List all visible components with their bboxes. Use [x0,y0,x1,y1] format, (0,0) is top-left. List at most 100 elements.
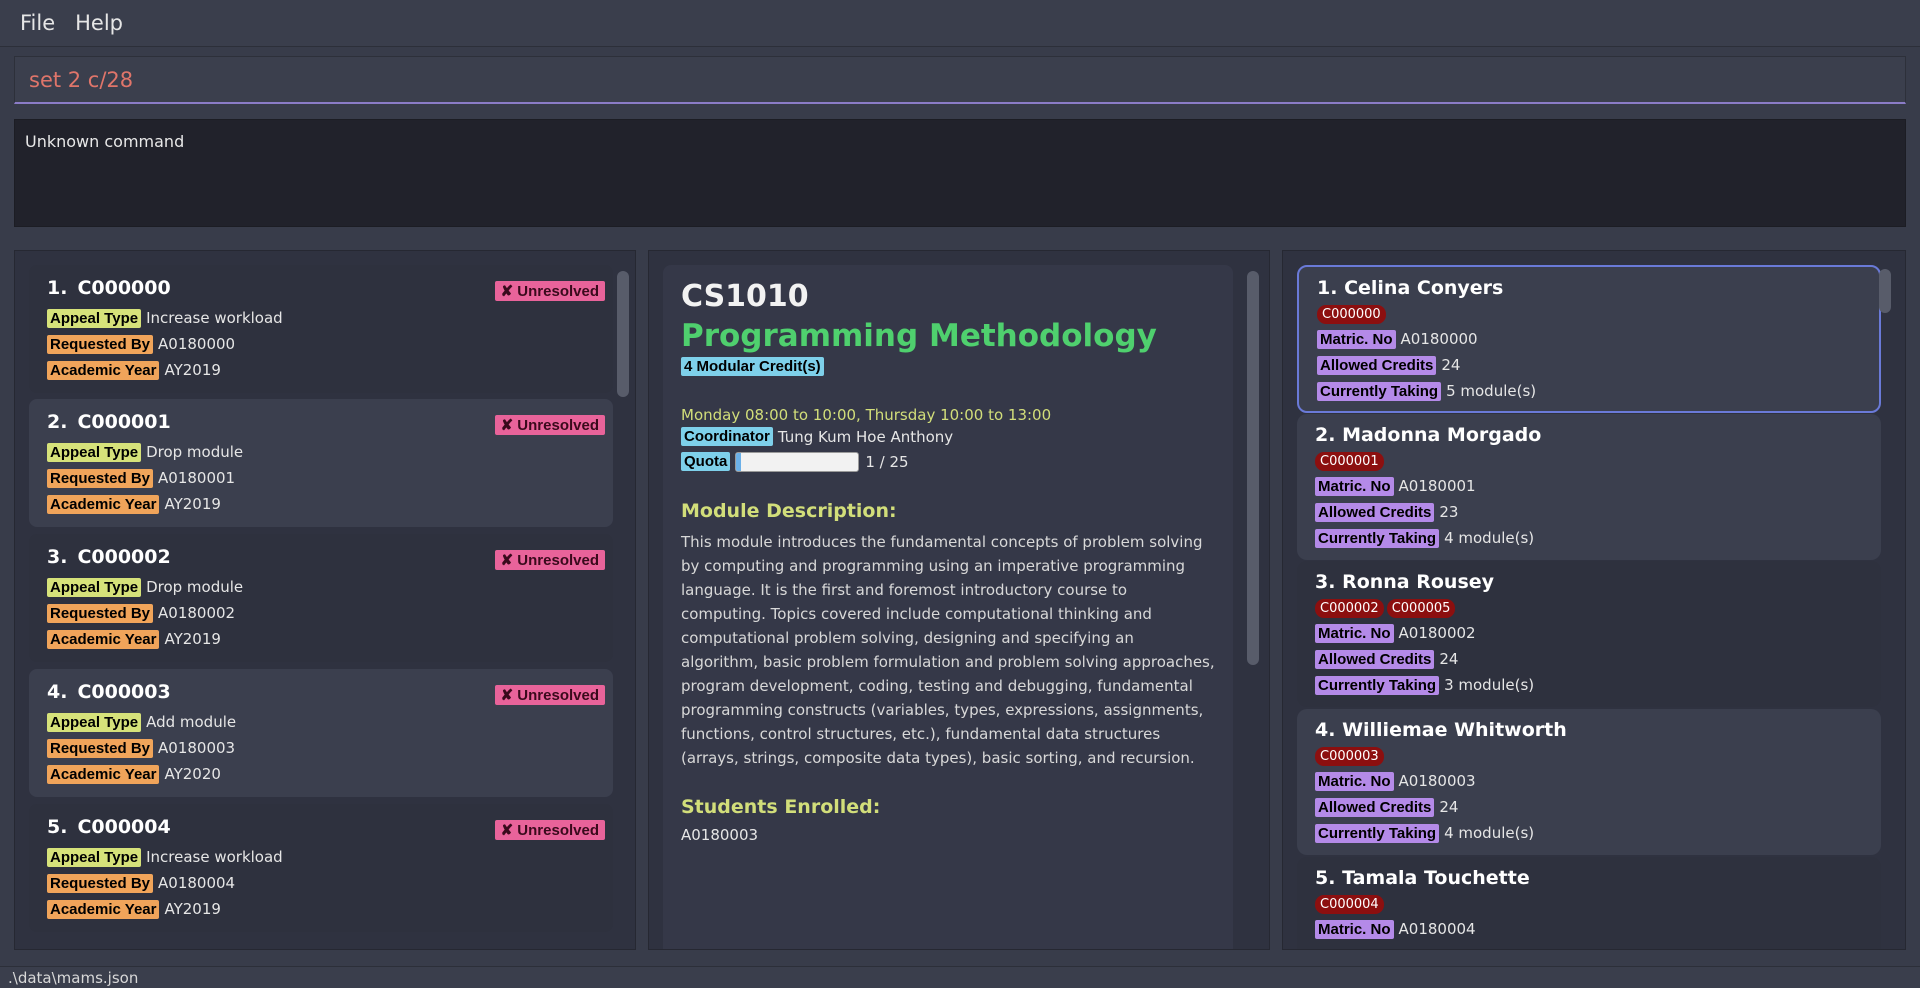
student-card[interactable]: 1. Celina Conyers C000000 Matric. No A01800… [1297,265,1881,413]
student-list-panel[interactable]: 1. Celina Conyers C000000 Matric. No A01800… [1282,250,1906,950]
student-index: 5. [1315,867,1343,889]
matric-tag: Matric. No [1315,771,1394,791]
field-row: Requested By A0180002 [47,600,595,626]
appeal-id: C000000 [77,277,171,299]
appeal-card[interactable]: 1. C000000 ✘ Unresolved Appeal Type Increase… [29,265,613,393]
currently-taking-tag: Currently Taking [1315,528,1440,548]
appeal-type-value: Increase workload [146,309,283,327]
student-list-scrollbar[interactable] [1879,269,1891,313]
student-card[interactable]: 2. Madonna Morgado C000001 Matric. No A0180… [1297,414,1881,560]
allowed-credits-value: 24 [1439,798,1459,816]
command-input[interactable] [29,67,1905,92]
student-index: 2. [1315,424,1343,446]
currently-taking-value: 5 module(s) [1446,382,1537,400]
student-name: Tamala Touchette [1342,867,1530,889]
appeal-chip[interactable]: C000001 [1315,452,1384,471]
quota-text: 1 / 25 [865,452,909,471]
matric-value: A0180000 [1400,330,1478,348]
academic-year-tag: Academic Year [47,629,160,649]
currently-taking-value: 4 module(s) [1444,824,1535,842]
requested-by-value: A0180003 [158,739,236,757]
module-description: This module introduces the fundamental c… [681,533,1215,767]
student-card[interactable]: 5. Tamala Touchette C000004 Matric. No A018… [1297,857,1881,949]
appeal-chip[interactable]: C000005 [1386,599,1456,618]
field-row: Currently Taking 5 module(s) [1317,378,1861,404]
student-card[interactable]: 3. Ronna Rousey C000002 C000005 Matric. No A… [1297,561,1881,707]
matric-tag: Matric. No [1315,919,1394,939]
appeal-chip[interactable]: C000002 [1315,599,1384,618]
appeal-type-value: Add module [146,713,237,731]
menu-file[interactable]: File [10,11,65,35]
result-text: Unknown command [25,132,185,151]
field-row: Matric. No A0180002 [1315,620,1863,646]
student-name-line: 5. Tamala Touchette [1315,867,1863,889]
field-row: Currently Taking 3 module(s) [1315,672,1863,698]
allowed-credits-tag: Allowed Credits [1315,502,1435,522]
field-row: Matric. No A0180003 [1315,768,1863,794]
student-name: Ronna Rousey [1342,571,1495,593]
requested-by-tag: Requested By [47,738,154,758]
field-row: Requested By A0180003 [47,735,595,761]
module-name: Programming Methodology [681,318,1157,354]
appeal-card[interactable]: 2. C000001 ✘ Unresolved Appeal Type Drop mod… [29,399,613,527]
appeal-type-tag: Appeal Type [47,712,142,732]
appeal-index: 2. [47,411,68,433]
module-detail-scrollbar[interactable] [1247,271,1259,665]
academic-year-tag: Academic Year [47,494,160,514]
student-index: 1. [1317,277,1345,299]
appeal-card[interactable]: 4. C000003 ✘ Unresolved Appeal Type Add modu… [29,669,613,797]
field-row: Allowed Credits 24 [1315,646,1863,672]
appeal-list-scrollbar[interactable] [617,271,629,397]
field-row: Allowed Credits 23 [1315,499,1863,525]
allowed-credits-tag: Allowed Credits [1317,355,1437,375]
quota-progress-bar [735,451,860,472]
requested-by-value: A0180004 [158,874,236,892]
appeal-chips: C000003 [1315,745,1863,766]
module-detail-panel: CS1010 Programming Methodology 4 Modular… [648,250,1270,950]
appeal-chip[interactable]: C000000 [1317,305,1386,324]
matric-tag: Matric. No [1315,623,1394,643]
requested-by-tag: Requested By [47,873,154,893]
appeal-card[interactable]: 5. C000004 ✘ Unresolved Appeal Type Increase… [29,804,613,932]
field-row: Requested By A0180004 [47,870,595,896]
allowed-credits-value: 24 [1439,650,1459,668]
module-code: CS1010 [681,279,809,314]
currently-taking-tag: Currently Taking [1315,675,1440,695]
academic-year-tag: Academic Year [47,764,160,784]
field-row: Requested By A0180001 [47,465,595,491]
status-badge: ✘ Unresolved [494,281,605,301]
menu-help[interactable]: Help [65,11,133,35]
student-card[interactable]: 4. Williemae Whitworth C000003 Matric. No A… [1297,709,1881,855]
appeal-card[interactable]: 3. C000002 ✘ Unresolved Appeal Type Drop mod… [29,534,613,662]
field-row: Matric. No A0180001 [1315,473,1863,499]
requested-by-value: A0180002 [158,604,236,622]
module-credits-tag: 4 Modular Credit(s) [681,357,824,376]
field-row: Currently Taking 4 module(s) [1315,820,1863,846]
currently-taking-tag: Currently Taking [1315,823,1440,843]
status-badge: ✘ Unresolved [494,415,605,435]
command-box [14,56,1906,104]
menu-bar: File Help [0,0,1920,47]
quota-progress-fill [736,452,742,471]
field-row: Academic Year AY2019 [47,357,595,383]
appeal-type-tag: Appeal Type [47,847,142,867]
field-row: Matric. No A0180000 [1317,326,1861,352]
requested-by-tag: Requested By [47,334,154,354]
appeal-id: C000003 [77,681,171,703]
student-name-line: 1. Celina Conyers [1317,277,1861,299]
appeal-type-value: Drop module [146,443,244,461]
status-badge: ✘ Unresolved [494,820,605,840]
status-badge: ✘ Unresolved [494,550,605,570]
matric-value: A0180003 [1398,772,1476,790]
appeal-chip[interactable]: C000004 [1315,895,1384,914]
field-row: Matric. No A0180004 [1315,916,1863,942]
student-name-line: 3. Ronna Rousey [1315,571,1863,593]
appeal-id: C000001 [77,411,171,433]
field-row: Appeal Type Add module [47,709,595,735]
matric-tag: Matric. No [1317,329,1396,349]
requested-by-tag: Requested By [47,468,154,488]
appeal-list-panel[interactable]: 1. C000000 ✘ Unresolved Appeal Type Increase… [14,250,636,950]
allowed-credits-tag: Allowed Credits [1315,649,1435,669]
coordinator-tag: Coordinator [681,427,773,446]
appeal-chip[interactable]: C000003 [1315,747,1384,766]
